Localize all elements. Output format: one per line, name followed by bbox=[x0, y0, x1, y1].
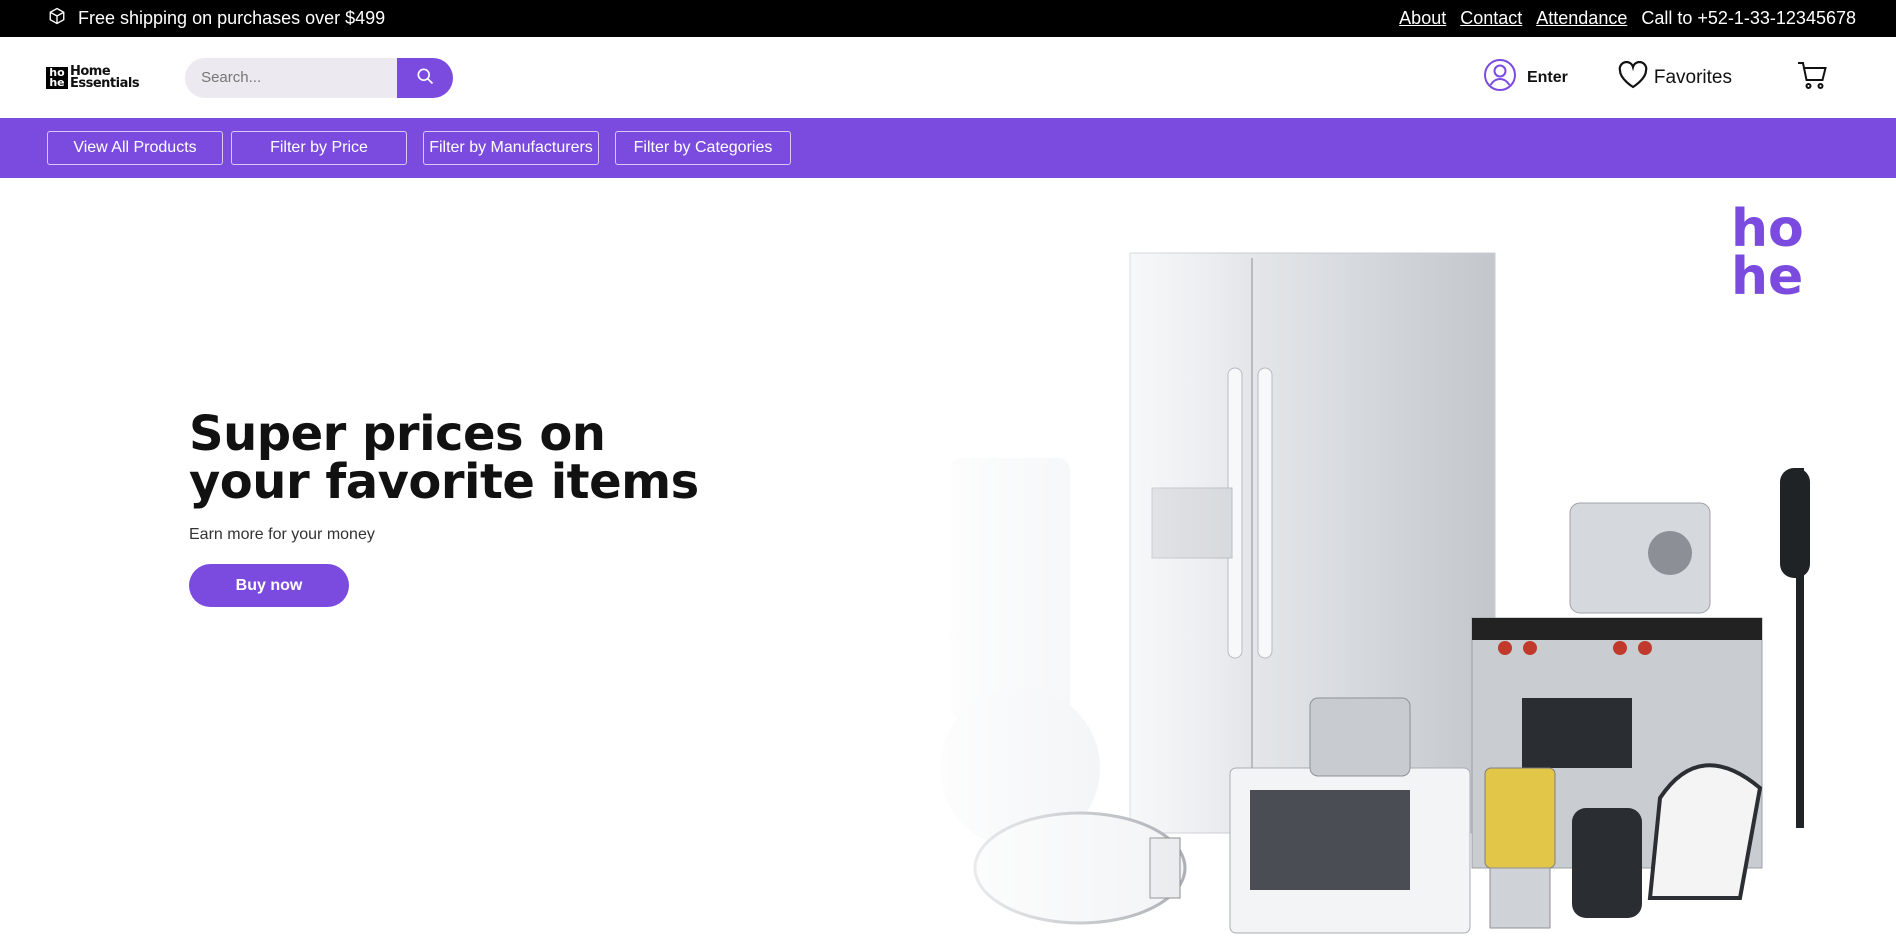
filter-by-categories-button[interactable]: Filter by Categories bbox=[615, 131, 791, 165]
about-link[interactable]: About bbox=[1399, 8, 1446, 29]
search-input[interactable] bbox=[185, 57, 398, 98]
favorites-label: Favorites bbox=[1653, 66, 1732, 88]
view-all-products-button[interactable]: View All Products bbox=[47, 131, 223, 165]
filter-by-price-button[interactable]: Filter by Price bbox=[231, 131, 407, 165]
enter-label: Enter bbox=[1526, 68, 1568, 86]
cart-icon bbox=[1796, 62, 1828, 94]
heart-icon bbox=[1618, 60, 1648, 95]
free-shipping-text: Free shipping on purchases over $499 bbox=[78, 8, 386, 28]
contact-link[interactable]: Contact bbox=[1460, 8, 1522, 29]
site-header: ho he Home Essentials Enter Favorites bbox=[0, 37, 1896, 118]
logo-mark: ho he bbox=[46, 66, 68, 89]
buy-now-button[interactable]: Buy now bbox=[189, 564, 349, 607]
hero-subtitle: Earn more for your money bbox=[189, 526, 375, 543]
favorites-button[interactable]: Favorites bbox=[1618, 60, 1732, 95]
search-bar bbox=[185, 57, 454, 98]
filter-by-manufacturers-button[interactable]: Filter by Manufacturers bbox=[423, 131, 599, 165]
search-icon bbox=[415, 66, 435, 89]
home-essentials-logo[interactable]: ho he Home Essentials bbox=[46, 63, 140, 91]
ho-he-logo-graphic: ho he bbox=[1731, 199, 1804, 307]
search-button[interactable] bbox=[397, 57, 454, 98]
hero-banner: Super prices on your favorite items Earn… bbox=[0, 178, 1896, 940]
hero-title: Super prices on your favorite items bbox=[189, 406, 699, 510]
appliances-image bbox=[900, 178, 1860, 940]
user-icon bbox=[1483, 58, 1517, 97]
filter-nav: View All Products Filter by Price Filter… bbox=[0, 118, 1896, 178]
enter-button[interactable]: Enter bbox=[1483, 58, 1568, 97]
cart-button[interactable] bbox=[1796, 60, 1828, 95]
attendance-link[interactable]: Attendance bbox=[1536, 8, 1627, 29]
svg-text:he: he bbox=[1731, 247, 1803, 298]
promo-bar: Free shipping on purchases over $499 Abo… bbox=[0, 0, 1896, 37]
logo-text: Home Essentials bbox=[70, 63, 140, 91]
brand-mark: ho he bbox=[1731, 198, 1826, 307]
box-icon bbox=[48, 7, 66, 30]
phone-text: Call to +52-1-33-12345678 bbox=[1641, 8, 1856, 28]
